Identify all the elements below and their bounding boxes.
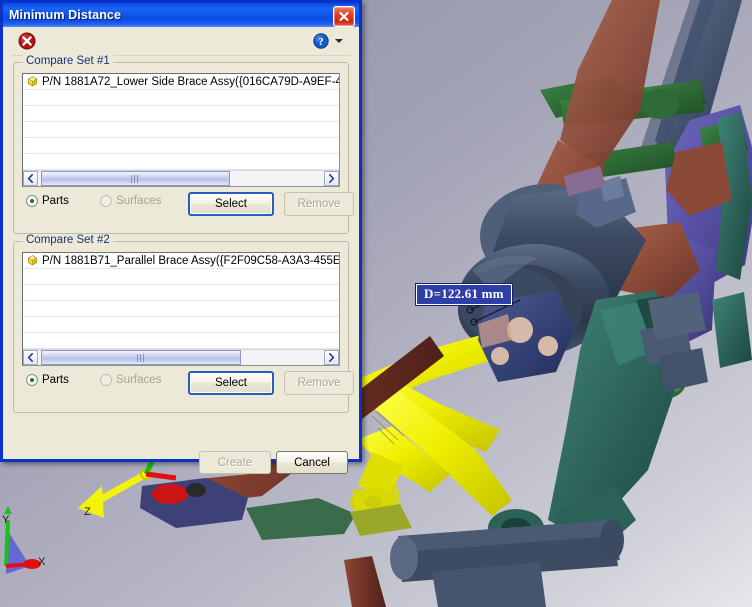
scroll-thumb[interactable] — [40, 350, 242, 365]
compare-set-1-listbox[interactable]: P/N 1881A72_Lower Side Brace Assy({016CA… — [22, 73, 340, 187]
scroll-track[interactable] — [38, 350, 324, 365]
remove-button-set1: Remove — [284, 192, 354, 216]
close-x-glyph — [339, 11, 349, 22]
compare-set-2-rows: P/N 1881B71_Parallel Brace Assy({F2F09C5… — [23, 253, 339, 350]
compare-set-2-title: Compare Set #2 — [23, 234, 113, 246]
scroll-track[interactable] — [38, 171, 324, 186]
list-item-label: P/N 1881B71_Parallel Brace Assy({F2F09C5… — [42, 254, 339, 267]
axis-label-y: Y — [2, 514, 10, 526]
reject-icon[interactable] — [18, 32, 36, 50]
compare-set-1-hscrollbar[interactable] — [23, 170, 339, 186]
dialog-body: ? Compare Set #1 P/N 1881A72_Lower Side … — [3, 27, 359, 474]
svg-text:?: ? — [318, 36, 324, 48]
axis-label-x: X — [38, 556, 46, 568]
scroll-right-arrow-icon[interactable] — [324, 171, 339, 186]
compare-set-2-listbox[interactable]: P/N 1881B71_Parallel Brace Assy({F2F09C5… — [22, 252, 340, 366]
axis-label-z: Z — [84, 506, 91, 518]
compare-set-2-hscrollbar[interactable] — [23, 349, 339, 365]
radio-dot — [100, 195, 112, 207]
coordinate-triad — [4, 506, 41, 574]
minimum-distance-dialog: Minimum Distance ? Compare Set #1 P/N 18… — [0, 0, 362, 474]
list-item[interactable]: P/N 1881A72_Lower Side Brace Assy({016CA… — [23, 74, 339, 90]
radio-parts-set1[interactable]: Parts — [26, 195, 69, 207]
application-screenshot: D=122.61 mm X Y Z Minimum Distance ? Com… — [0, 0, 752, 607]
radio-parts-label: Parts — [42, 374, 69, 386]
minimum-distance-callout: D=122.61 mm — [416, 284, 512, 305]
close-icon[interactable] — [333, 6, 355, 27]
scroll-left-arrow-icon[interactable] — [23, 171, 38, 186]
list-item-empty[interactable] — [23, 269, 339, 285]
list-item-empty[interactable] — [23, 138, 339, 154]
radio-parts-set2[interactable]: Parts — [26, 374, 69, 386]
radio-surfaces-label: Surfaces — [116, 374, 162, 386]
scroll-thumb[interactable] — [40, 171, 230, 186]
scroll-thumb-grip — [136, 354, 145, 362]
compare-set-2-group: Compare Set #2 P/N 1881B71_Parallel Brac… — [13, 234, 354, 413]
radio-surfaces-set1[interactable]: Surfaces — [100, 195, 161, 207]
part-icon — [27, 254, 38, 265]
dialog-titlebar[interactable]: Minimum Distance — [0, 0, 362, 27]
select-button-set1[interactable]: Select — [188, 192, 274, 216]
radio-dot — [26, 195, 38, 207]
scroll-thumb-grip — [131, 175, 140, 183]
remove-button-set2: Remove — [284, 371, 354, 395]
list-item-empty[interactable] — [23, 333, 339, 349]
compare-set-2-controls: Parts Surfaces Select Remove — [22, 370, 354, 396]
radio-surfaces-label: Surfaces — [116, 195, 162, 207]
compare-set-1-rows: P/N 1881A72_Lower Side Brace Assy({016CA… — [23, 74, 339, 171]
radio-parts-label: Parts — [42, 195, 69, 207]
radio-dot — [26, 374, 38, 386]
chevron-down-icon[interactable] — [335, 39, 343, 43]
list-item-empty[interactable] — [23, 285, 339, 301]
part-icon — [27, 75, 38, 86]
dialog-toolbar: ? — [11, 27, 351, 56]
scroll-right-arrow-icon[interactable] — [324, 350, 339, 365]
help-icon[interactable]: ? — [313, 33, 329, 49]
create-button: Create — [199, 451, 271, 474]
scroll-left-arrow-icon[interactable] — [23, 350, 38, 365]
select-button-set2[interactable]: Select — [188, 371, 274, 395]
radio-surfaces-set2[interactable]: Surfaces — [100, 374, 161, 386]
list-item-label: P/N 1881A72_Lower Side Brace Assy({016CA… — [42, 75, 339, 88]
list-item-empty[interactable] — [23, 106, 339, 122]
list-item-empty[interactable] — [23, 317, 339, 333]
compare-set-1-group: Compare Set #1 P/N 1881A72_Lower Side Br… — [13, 55, 354, 234]
radio-dot — [100, 374, 112, 386]
dialog-title: Minimum Distance — [9, 8, 122, 22]
list-item[interactable]: P/N 1881B71_Parallel Brace Assy({F2F09C5… — [23, 253, 339, 269]
cancel-button[interactable]: Cancel — [276, 451, 348, 474]
compare-set-1-title: Compare Set #1 — [23, 55, 113, 67]
list-item-empty[interactable] — [23, 122, 339, 138]
compare-set-1-controls: Parts Surfaces Select Remove — [22, 191, 354, 217]
list-item-empty[interactable] — [23, 301, 339, 317]
list-item-empty[interactable] — [23, 154, 339, 170]
list-item-empty[interactable] — [23, 90, 339, 106]
